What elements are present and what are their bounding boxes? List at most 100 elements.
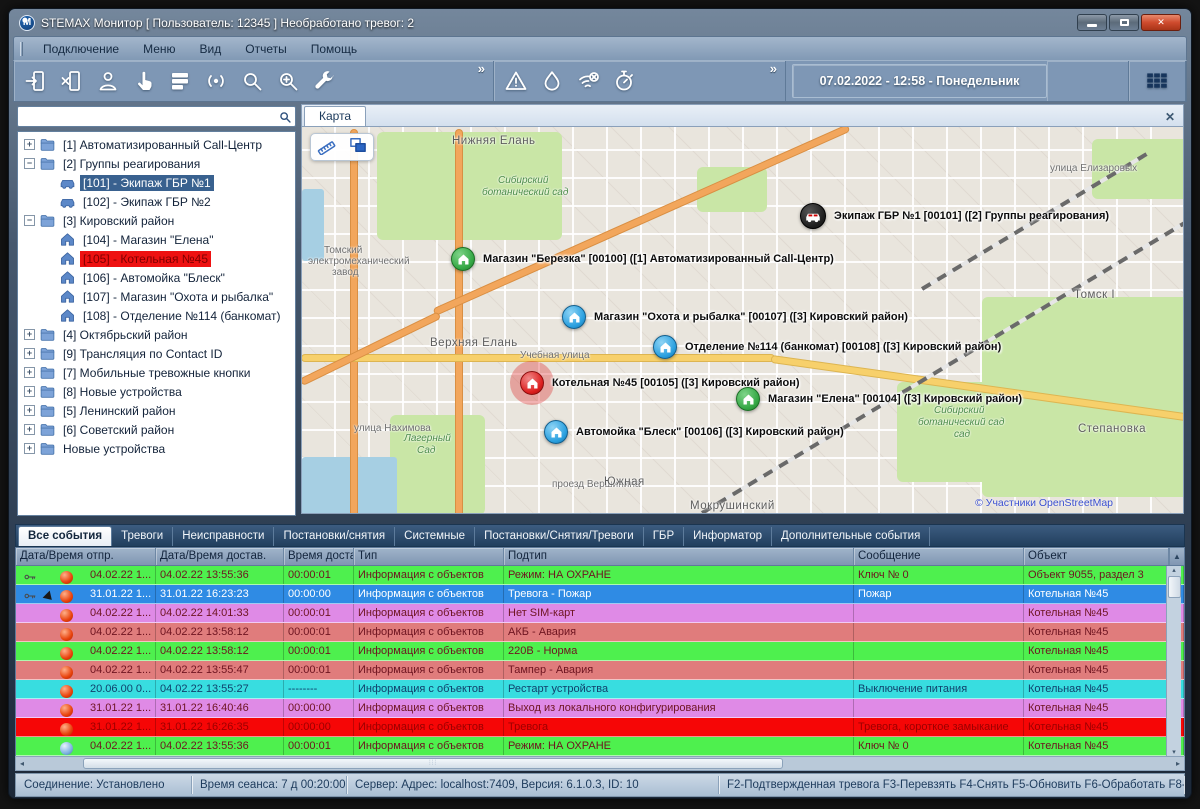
event-tab-7[interactable]: ГБР	[644, 527, 684, 546]
toolbar-button-search[interactable]	[234, 64, 270, 98]
toolbar-button-door-enter[interactable]	[18, 64, 54, 98]
expand-icon[interactable]: +	[24, 443, 35, 454]
tree-item[interactable]: −[3] Кировский район	[18, 211, 295, 230]
site-marker-icon[interactable]	[544, 420, 568, 444]
minimize-button[interactable]	[1077, 14, 1107, 31]
horizontal-scrollbar[interactable]: ◂ ⫶⫶⫶ ▸	[15, 756, 1185, 771]
site-marker-icon[interactable]	[653, 335, 677, 359]
close-button[interactable]: ✕	[1141, 14, 1181, 31]
scroll-left-icon[interactable]: ◂	[16, 759, 28, 768]
site-marker-icon[interactable]	[520, 371, 544, 395]
menu-item-2[interactable]: Меню	[131, 39, 187, 59]
toolbar-button-grid-table[interactable]	[1139, 64, 1175, 98]
site-marker-icon[interactable]	[562, 305, 586, 329]
overflow-chevron-icon[interactable]: »	[474, 61, 489, 76]
menu-item-5[interactable]: Помощь	[299, 39, 369, 59]
collapse-icon[interactable]: −	[24, 158, 35, 169]
scroll-right-icon[interactable]: ▸	[1172, 759, 1184, 768]
tree-item[interactable]: [105] - Котельная №45	[18, 249, 295, 268]
tree-item[interactable]: +[1] Автоматизированный Call-Центр	[18, 135, 295, 154]
vertical-scrollbar[interactable]: ▴ ▾	[1166, 566, 1181, 756]
event-tab-5[interactable]: Системные	[395, 527, 475, 546]
event-row[interactable]: 31.01.22 1...31.01.22 16:26:3500:00:00Ин…	[16, 718, 1184, 737]
map-marker-green[interactable]: Магазин "Березка" [00100] ([1] Автоматиз…	[451, 247, 834, 271]
tree-item-label[interactable]: [107] - Магазин "Охота и рыбалка"	[80, 289, 276, 305]
map-marker-green[interactable]: Магазин "Елена" [00104] ([3] Кировский р…	[736, 387, 1022, 411]
expand-icon[interactable]: +	[24, 424, 35, 435]
vertical-scroll-thumb[interactable]	[1168, 576, 1181, 598]
tree-item-label[interactable]: [6] Советский район	[60, 422, 177, 438]
toolbar-button-door-remove[interactable]	[54, 64, 90, 98]
event-row[interactable]: 04.02.22 1...04.02.22 13:55:4700:00:01Ин…	[16, 661, 1184, 680]
tree-item[interactable]: +[7] Мобильные тревожные кнопки	[18, 363, 295, 382]
maximize-button[interactable]	[1109, 14, 1139, 31]
event-tab-4[interactable]: Постановки/снятия	[274, 527, 395, 546]
tree-item[interactable]: + [9] Трансляция по Contact ID	[18, 344, 295, 363]
search-input[interactable]	[18, 108, 275, 125]
tree-item-label[interactable]: [106] - Автомойка "Блеск"	[80, 270, 228, 286]
map-attribution[interactable]: © Участники OpenStreetMap	[975, 497, 1113, 509]
tree-item-label[interactable]: [3] Кировский район	[60, 213, 177, 229]
tree-item[interactable]: + [6] Советский район	[18, 420, 295, 439]
event-row[interactable]: 31.01.22 1...31.01.22 16:40:4600:00:00Ин…	[16, 699, 1184, 718]
vehicle-marker-icon[interactable]	[800, 203, 826, 229]
tree-item-label[interactable]: [104] - Магазин "Елена"	[80, 232, 216, 248]
toolbar-button-hand-select[interactable]	[126, 64, 162, 98]
tab-map[interactable]: Карта	[304, 106, 366, 126]
expand-icon[interactable]: +	[24, 348, 35, 359]
column-header[interactable]: Подтип	[504, 548, 854, 565]
map-marker-car[interactable]: Экипаж ГБР №1 [00101] ([2] Группы реагир…	[800, 203, 1109, 229]
tree-item[interactable]: +[5] Ленинский район	[18, 401, 295, 420]
map-close-icon[interactable]: ✕	[1157, 110, 1183, 126]
event-row[interactable]: 04.02.22 1...04.02.22 13:55:3600:00:01Ин…	[16, 737, 1184, 756]
tree-item[interactable]: + Новые устройства	[18, 439, 295, 458]
tree-item-label[interactable]: [101] - Экипаж ГБР №1	[80, 175, 214, 191]
toolbar-button-alarm-triangle[interactable]	[498, 64, 534, 98]
scroll-up-icon[interactable]: ▴	[1172, 566, 1176, 574]
event-tab-1[interactable]: Все события	[18, 526, 112, 546]
toolbar-button-wifi-off[interactable]	[570, 64, 606, 98]
horizontal-scroll-thumb[interactable]: ⫶⫶⫶	[83, 758, 783, 769]
tree-item[interactable]: [108] - Отделение №114 (банкомат)	[18, 306, 295, 325]
tree-item-label[interactable]: Новые устройства	[60, 441, 168, 457]
toolbar-button-stopwatch[interactable]	[606, 64, 642, 98]
scroll-down-icon[interactable]: ▾	[1172, 748, 1176, 756]
tree-item-label[interactable]: [4] Октябрьский район	[60, 327, 191, 343]
tree-item[interactable]: −[2] Группы реагирования	[18, 154, 295, 173]
tree-item-label[interactable]: [7] Мобильные тревожные кнопки	[60, 365, 253, 381]
event-row[interactable]: 31.01.22 1...31.01.22 16:23:2300:00:00Ин…	[16, 585, 1184, 604]
toolbar-button-zoom-search[interactable]	[270, 64, 306, 98]
toolbar-button-operator[interactable]	[90, 64, 126, 98]
expand-icon[interactable]: +	[24, 329, 35, 340]
tree-item-label[interactable]: [102] - Экипаж ГБР №2	[80, 194, 214, 210]
menu-item-1[interactable]: Подключение	[31, 39, 131, 59]
event-tab-8[interactable]: Информатор	[684, 527, 772, 546]
event-row[interactable]: 04.02.22 1...04.02.22 13:58:1200:00:01Ин…	[16, 623, 1184, 642]
event-row[interactable]: 20.06.00 0...04.02.22 13:55:27--------Ин…	[16, 680, 1184, 699]
toolbar-button-server-list[interactable]	[162, 64, 198, 98]
toolbar-button-signal[interactable]	[198, 64, 234, 98]
site-marker-icon[interactable]	[736, 387, 760, 411]
expand-icon[interactable]: +	[24, 405, 35, 416]
tree-item-label[interactable]: [105] - Котельная №45	[80, 251, 211, 267]
column-header[interactable]: Тип	[354, 548, 504, 565]
tree-item-label[interactable]: [108] - Отделение №114 (банкомат)	[80, 308, 284, 324]
expand-icon[interactable]: +	[24, 139, 35, 150]
column-header[interactable]: Время достав.	[284, 548, 354, 565]
scroll-up-icon[interactable]: ▲	[1169, 548, 1184, 565]
tree-item-label[interactable]: [9] Трансляция по Contact ID	[60, 346, 225, 362]
event-row[interactable]: 04.02.22 1...04.02.22 13:55:3600:00:01Ин…	[16, 566, 1184, 585]
search-icon[interactable]	[275, 110, 295, 124]
map-marker-blue[interactable]: Магазин "Охота и рыбалка" [00107] ([3] К…	[562, 305, 908, 329]
tree-item[interactable]: [102] - Экипаж ГБР №2	[18, 192, 295, 211]
tree-item[interactable]: [107] - Магазин "Охота и рыбалка"	[18, 287, 295, 306]
tree-item[interactable]: + [8] Новые устройства	[18, 382, 295, 401]
map-canvas[interactable]: Нижняя ЕланьСибирскийботанический садТом…	[301, 126, 1184, 514]
overflow-chevron-icon[interactable]: »	[766, 61, 781, 76]
event-row[interactable]: 04.02.22 1...04.02.22 14:01:3300:00:01Ин…	[16, 604, 1184, 623]
tree-item-label[interactable]: [8] Новые устройства	[60, 384, 185, 400]
map-marker-blue[interactable]: Отделение №114 (банкомат) [00108] ([3] К…	[653, 335, 1001, 359]
column-header[interactable]: Дата/Время отпр.	[16, 548, 156, 565]
expand-icon[interactable]: +	[24, 386, 35, 397]
tree-item[interactable]: + [4] Октябрьский район	[18, 325, 295, 344]
